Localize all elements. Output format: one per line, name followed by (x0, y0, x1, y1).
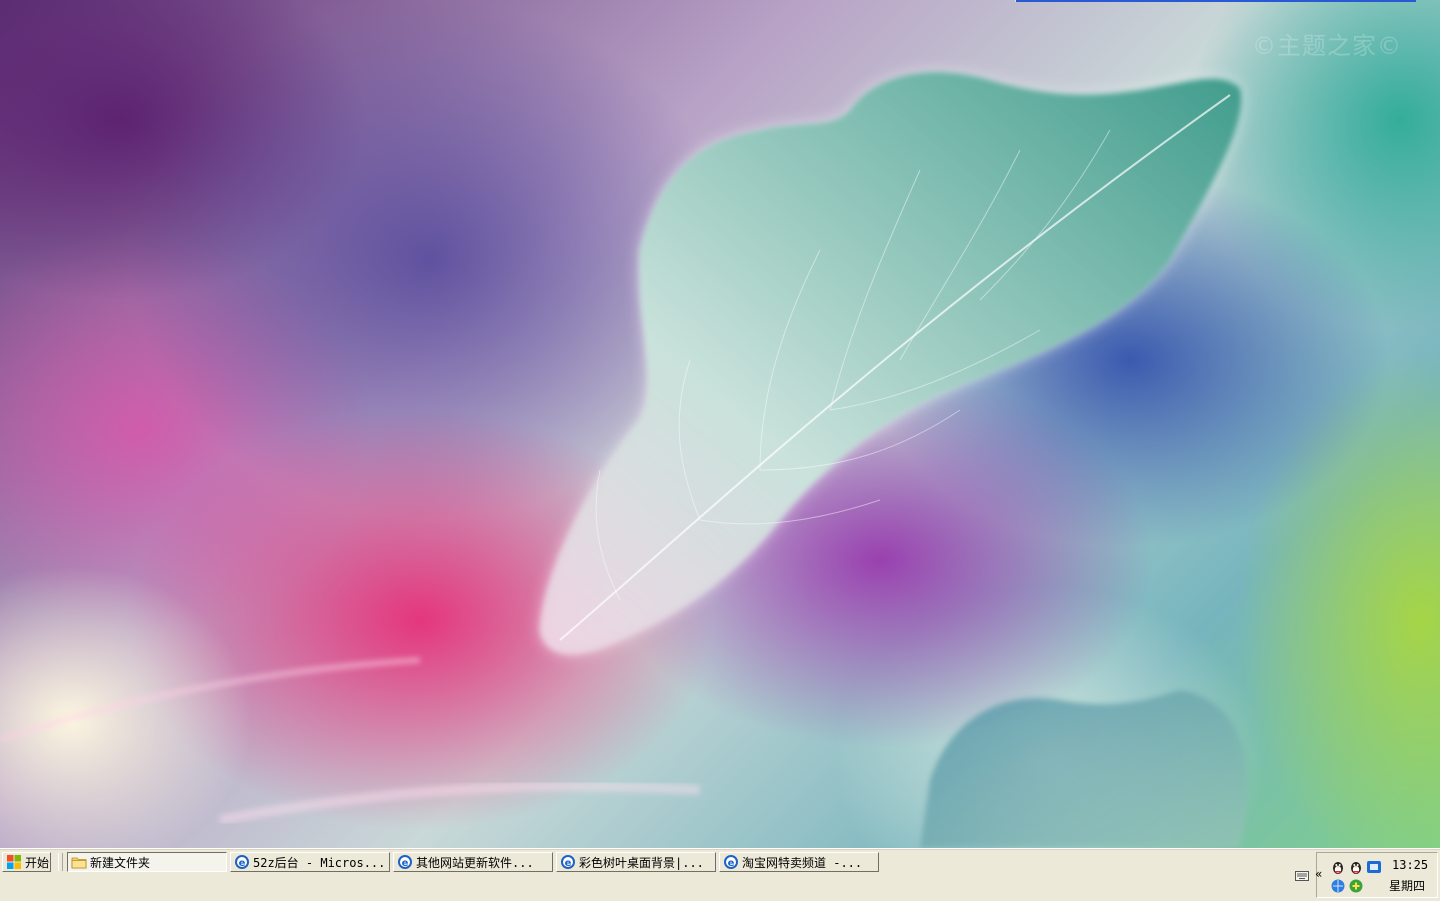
window-title-bar-fragment (1015, 0, 1416, 2)
green-plus-icon[interactable] (1348, 878, 1364, 894)
leaf-illustration (0, 71, 1248, 848)
taskbar-button-label: 52z后台 - Micros... (253, 855, 386, 870)
taskbar-button-label: 其他网站更新软件... (416, 855, 534, 870)
watermark-text: ©主题之家© (1252, 32, 1402, 60)
folder-icon (71, 857, 87, 869)
taskbar-button-label: 彩色树叶桌面背景|... (579, 855, 704, 870)
taskbar-button-label: 淘宝网特卖频道 -... (742, 855, 863, 870)
start-label: 开始 (25, 855, 50, 870)
svg-text:e: e (239, 858, 246, 869)
start-button[interactable]: 开始 (2, 852, 51, 872)
desktop-wallpaper[interactable]: ©主题之家© (0, 0, 1440, 848)
taskbar-button-folder[interactable]: 新建文件夹 (67, 852, 227, 872)
svg-text:e: e (565, 858, 572, 869)
clock-time[interactable]: 13:25 (1392, 858, 1428, 872)
ie-blue-globe-icon[interactable] (1330, 878, 1346, 894)
keyboard-language-icon[interactable] (1295, 869, 1309, 881)
clock-day: 星期四 (1389, 879, 1426, 893)
network-icon[interactable] (1366, 859, 1382, 875)
taskbar-button-label: 新建文件夹 (90, 855, 151, 870)
ie-icon: e (561, 855, 575, 869)
taskbar-button-ie-3[interactable]: e 彩色树叶桌面背景|... (556, 852, 716, 872)
taskbar: 开始 新建文件夹 e 52z后台 - Micros... e 其他网站更新软件.… (0, 848, 1440, 901)
taskbar-button-ie-1[interactable]: e 52z后台 - Micros... (230, 852, 390, 872)
qq-penguin-icon[interactable] (1348, 859, 1364, 875)
ie-icon: e (235, 855, 249, 869)
taskbar-button-ie-4[interactable]: e 淘宝网特卖频道 -... (719, 852, 879, 872)
svg-text:e: e (728, 858, 735, 869)
windows-logo-icon (7, 855, 21, 869)
taskbar-button-ie-2[interactable]: e 其他网站更新软件... (393, 852, 553, 872)
ie-icon: e (398, 855, 412, 869)
ie-icon: e (724, 855, 738, 869)
svg-text:e: e (402, 858, 409, 869)
tray-expand-button[interactable]: « (1315, 867, 1322, 881)
taskbar-grip[interactable] (58, 853, 63, 871)
qq-penguin-icon[interactable] (1330, 859, 1346, 875)
